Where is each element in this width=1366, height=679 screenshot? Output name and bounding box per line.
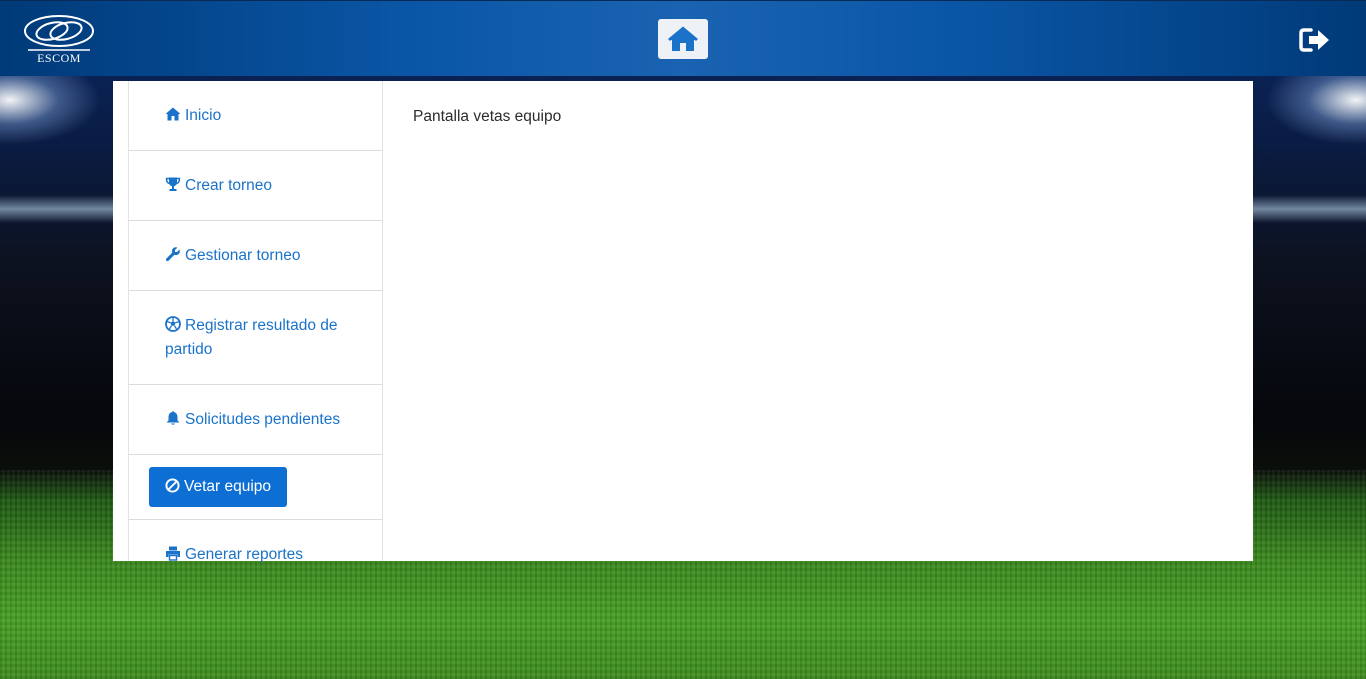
- content-panel: Inicio Crear torneo Gestionar torneo Reg…: [113, 81, 1253, 563]
- sidebar-item-inicio[interactable]: Inicio: [129, 81, 382, 151]
- sidebar-item-generar-reportes[interactable]: Generar reportes: [129, 520, 382, 589]
- sign-out-icon: [1299, 28, 1329, 52]
- vetar-equipo-button[interactable]: Vetar equipo: [149, 467, 288, 507]
- sidebar: Inicio Crear torneo Gestionar torneo Reg…: [128, 81, 383, 563]
- sidebar-item-label: Crear torneo: [185, 177, 273, 194]
- sidebar-item-label: Generar reportes: [185, 546, 304, 563]
- sidebar-item-vetar-equipo[interactable]: Vetar equipo: [129, 455, 382, 520]
- home-icon: [668, 26, 698, 51]
- logout-button[interactable]: [1298, 25, 1332, 55]
- escom-logo[interactable]: ESCOM: [22, 13, 96, 65]
- soccer-ball-icon: [165, 316, 181, 332]
- home-button[interactable]: [658, 19, 708, 59]
- home-icon: [165, 107, 181, 121]
- sidebar-item-crear-torneo[interactable]: Crear torneo: [129, 151, 382, 221]
- logo-text: ESCOM: [37, 51, 81, 65]
- bell-icon: [166, 411, 180, 425]
- wrench-icon: [165, 247, 180, 262]
- sidebar-item-label: Gestionar torneo: [185, 247, 301, 264]
- sidebar-item-label: Inicio: [185, 107, 222, 124]
- top-navbar: ESCOM: [0, 0, 1366, 76]
- sidebar-item-gestionar-torneo[interactable]: Gestionar torneo: [129, 221, 382, 291]
- sidebar-item-label: Registrar resultado de partido: [165, 317, 338, 358]
- sidebar-item-solicitudes-pendientes[interactable]: Solicitudes pendientes: [129, 385, 382, 455]
- ban-icon: [165, 478, 180, 493]
- print-icon: [166, 546, 180, 561]
- sidebar-item-registrar-resultado[interactable]: Registrar resultado de partido: [129, 291, 382, 385]
- sidebar-item-label: Vetar equipo: [184, 478, 272, 495]
- trophy-icon: [165, 177, 181, 191]
- page-content-text: Pantalla vetas equipo: [413, 108, 562, 125]
- sidebar-item-label: Solicitudes pendientes: [185, 411, 341, 428]
- escom-logo-icon: [24, 15, 94, 51]
